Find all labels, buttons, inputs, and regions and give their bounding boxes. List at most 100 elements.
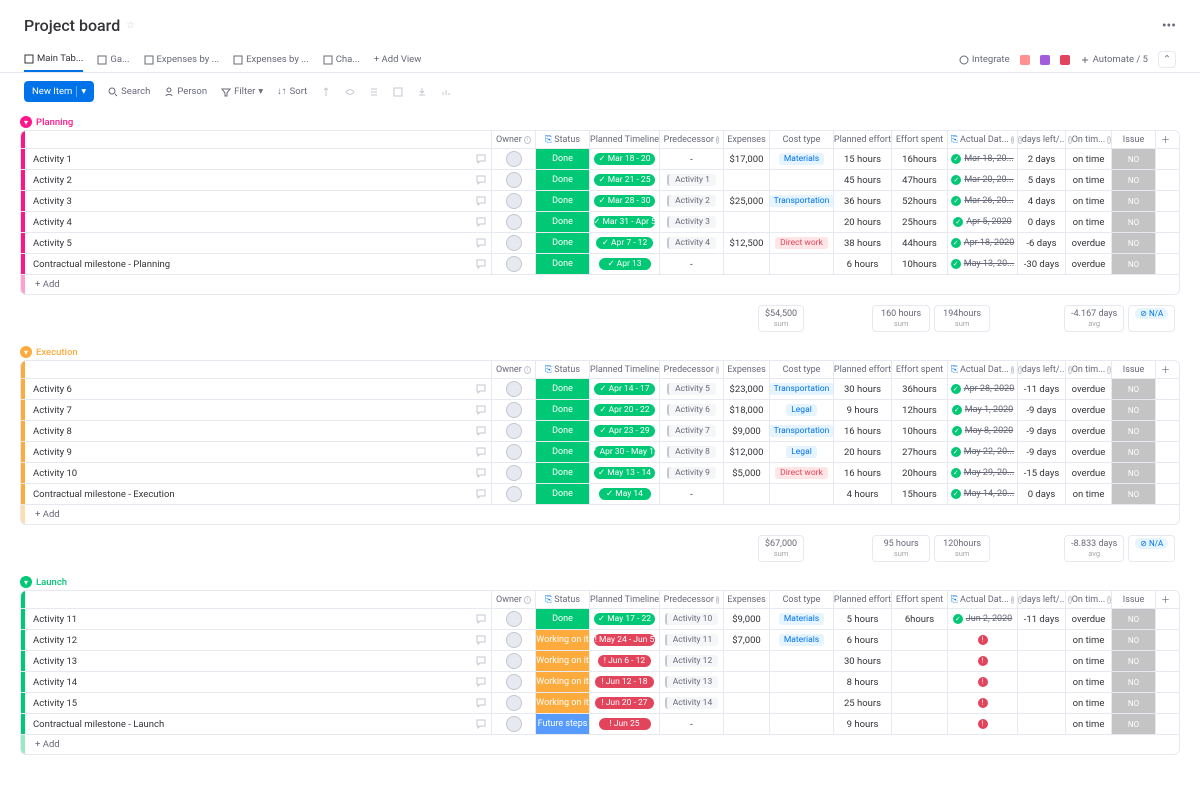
pin-icon[interactable]	[321, 87, 331, 97]
col-actual-date[interactable]: ⎘Actual Dat... i	[947, 131, 1017, 148]
predecessor-cell[interactable]: -	[659, 149, 723, 169]
planned-effort-cell[interactable]: 45 hours	[833, 170, 891, 190]
status-cell[interactable]: Done	[535, 191, 589, 211]
item-name[interactable]: Activity 7	[25, 400, 491, 420]
on-time-cell[interactable]: on time	[1065, 170, 1111, 190]
table-row[interactable]: Activity 4 Done ✓ Mar 31 - Apr 5 Activit…	[21, 212, 1179, 233]
col-status[interactable]: ⎘Status	[535, 591, 589, 608]
item-name[interactable]: Activity 1	[25, 149, 491, 169]
timeline-cell[interactable]: ✓ Apr 7 - 12	[589, 233, 659, 253]
new-item-button[interactable]: New Item▾	[24, 81, 94, 102]
actual-date-cell[interactable]: ✓May 13, 20...	[947, 254, 1017, 274]
table-row[interactable]: Activity 5 Done ✓ Apr 7 - 12 Activity 4 …	[21, 233, 1179, 254]
timeline-cell[interactable]: ✓ Mar 18 - 20	[589, 149, 659, 169]
chat-icon[interactable]	[475, 195, 487, 207]
cost-type-cell[interactable]: Legal	[769, 400, 833, 420]
more-menu-icon[interactable]: •••	[1162, 18, 1176, 34]
planned-effort-cell[interactable]: 30 hours	[833, 379, 891, 399]
col-days-left[interactable]: i days left/...	[1017, 361, 1065, 378]
table-row[interactable]: Activity 11 Done ✓ May 17 - 22 Activity …	[21, 609, 1179, 630]
effort-spent-cell[interactable]: 52hours	[891, 191, 947, 211]
actual-date-cell[interactable]: !	[947, 693, 1017, 713]
issue-cell[interactable]: NO	[1111, 421, 1155, 441]
status-cell[interactable]: Working on it	[535, 630, 589, 650]
effort-spent-cell[interactable]	[891, 714, 947, 734]
group-name[interactable]: Launch	[36, 577, 67, 588]
issue-cell[interactable]: NO	[1111, 149, 1155, 169]
table-row[interactable]: Activity 8 Done ✓ Apr 23 - 29 Activity 7…	[21, 421, 1179, 442]
cost-type-cell[interactable]: Materials	[769, 149, 833, 169]
col-status[interactable]: ⎘Status	[535, 131, 589, 148]
timeline-cell[interactable]: ✓ May 14	[589, 484, 659, 504]
issue-cell[interactable]: NO	[1111, 609, 1155, 629]
table-row[interactable]: Activity 7 Done ✓ Apr 20 - 22 Activity 6…	[21, 400, 1179, 421]
planned-effort-cell[interactable]: 30 hours	[833, 651, 891, 671]
actual-date-cell[interactable]: !	[947, 672, 1017, 692]
days-left-cell[interactable]: 4 days	[1017, 191, 1065, 211]
cost-type-cell[interactable]	[769, 672, 833, 692]
col-predecessor[interactable]: Predecessor i	[659, 591, 723, 608]
effort-spent-cell[interactable]: 47hours	[891, 170, 947, 190]
group-name[interactable]: Planning	[36, 117, 73, 128]
expenses-cell[interactable]	[723, 693, 769, 713]
effort-spent-cell[interactable]: 15hours	[891, 484, 947, 504]
expenses-cell[interactable]: $7,000	[723, 630, 769, 650]
timeline-cell[interactable]: ✓ Mar 31 - Apr 5	[589, 212, 659, 232]
on-time-cell[interactable]: on time	[1065, 651, 1111, 671]
col-effort-spent[interactable]: Effort spent	[891, 591, 947, 608]
planned-effort-cell[interactable]: 15 hours	[833, 149, 891, 169]
predecessor-cell[interactable]: Activity 1	[659, 170, 723, 190]
owner-cell[interactable]	[491, 421, 535, 441]
days-left-cell[interactable]	[1017, 630, 1065, 650]
actual-date-cell[interactable]: ✓Mar 20, 20...	[947, 170, 1017, 190]
chart-icon[interactable]	[441, 87, 451, 97]
expenses-cell[interactable]	[723, 651, 769, 671]
planned-effort-cell[interactable]: 5 hours	[833, 609, 891, 629]
owner-cell[interactable]	[491, 400, 535, 420]
issue-cell[interactable]: NO	[1111, 714, 1155, 734]
expenses-cell[interactable]: $18,000	[723, 400, 769, 420]
collapse-panel-button[interactable]: ⌃	[1158, 51, 1176, 68]
planned-effort-cell[interactable]: 38 hours	[833, 233, 891, 253]
effort-spent-cell[interactable]	[891, 630, 947, 650]
chat-icon[interactable]	[475, 488, 487, 500]
predecessor-cell[interactable]: Activity 13	[659, 672, 723, 692]
timeline-cell[interactable]: ✓ Apr 20 - 22	[589, 400, 659, 420]
tab-2[interactable]: Expenses by ...	[144, 48, 220, 71]
issue-cell[interactable]: NO	[1111, 693, 1155, 713]
planned-effort-cell[interactable]: 9 hours	[833, 400, 891, 420]
predecessor-cell[interactable]: -	[659, 254, 723, 274]
actual-date-cell[interactable]: ✓May 1, 2020	[947, 400, 1017, 420]
chat-icon[interactable]	[475, 174, 487, 186]
item-name[interactable]: Activity 2	[25, 170, 491, 190]
owner-cell[interactable]	[491, 484, 535, 504]
group-toggle[interactable]: ▾	[20, 576, 32, 588]
predecessor-cell[interactable]: Activity 11	[659, 630, 723, 650]
issue-cell[interactable]: NO	[1111, 212, 1155, 232]
actual-date-cell[interactable]: ✓Apr 28, 2020	[947, 379, 1017, 399]
hide-icon[interactable]	[345, 87, 355, 97]
col-predecessor[interactable]: Predecessor i	[659, 361, 723, 378]
planned-effort-cell[interactable]: 16 hours	[833, 463, 891, 483]
chat-icon[interactable]	[475, 467, 487, 479]
filter-button[interactable]: Filter ▾	[221, 86, 263, 97]
col-owner[interactable]: Owner i	[491, 131, 535, 148]
status-cell[interactable]: Done	[535, 170, 589, 190]
timeline-cell[interactable]: ✓ Mar 21 - 25	[589, 170, 659, 190]
col-on-time[interactable]: i On tim... i	[1065, 591, 1111, 608]
issue-cell[interactable]: NO	[1111, 254, 1155, 274]
chat-icon[interactable]	[475, 634, 487, 646]
status-cell[interactable]: Done	[535, 379, 589, 399]
expenses-cell[interactable]: $9,000	[723, 421, 769, 441]
add-item-button[interactable]: + Add	[25, 275, 70, 294]
chat-icon[interactable]	[475, 153, 487, 165]
days-left-cell[interactable]: 0 days	[1017, 484, 1065, 504]
group-name[interactable]: Execution	[36, 347, 78, 358]
owner-cell[interactable]	[491, 149, 535, 169]
add-column-button[interactable]: ＋	[1155, 591, 1175, 608]
owner-cell[interactable]	[491, 212, 535, 232]
effort-spent-cell[interactable]: 44hours	[891, 233, 947, 253]
days-left-cell[interactable]: -11 days	[1017, 379, 1065, 399]
col-expenses[interactable]: Expenses	[723, 591, 769, 608]
chat-icon[interactable]	[475, 425, 487, 437]
